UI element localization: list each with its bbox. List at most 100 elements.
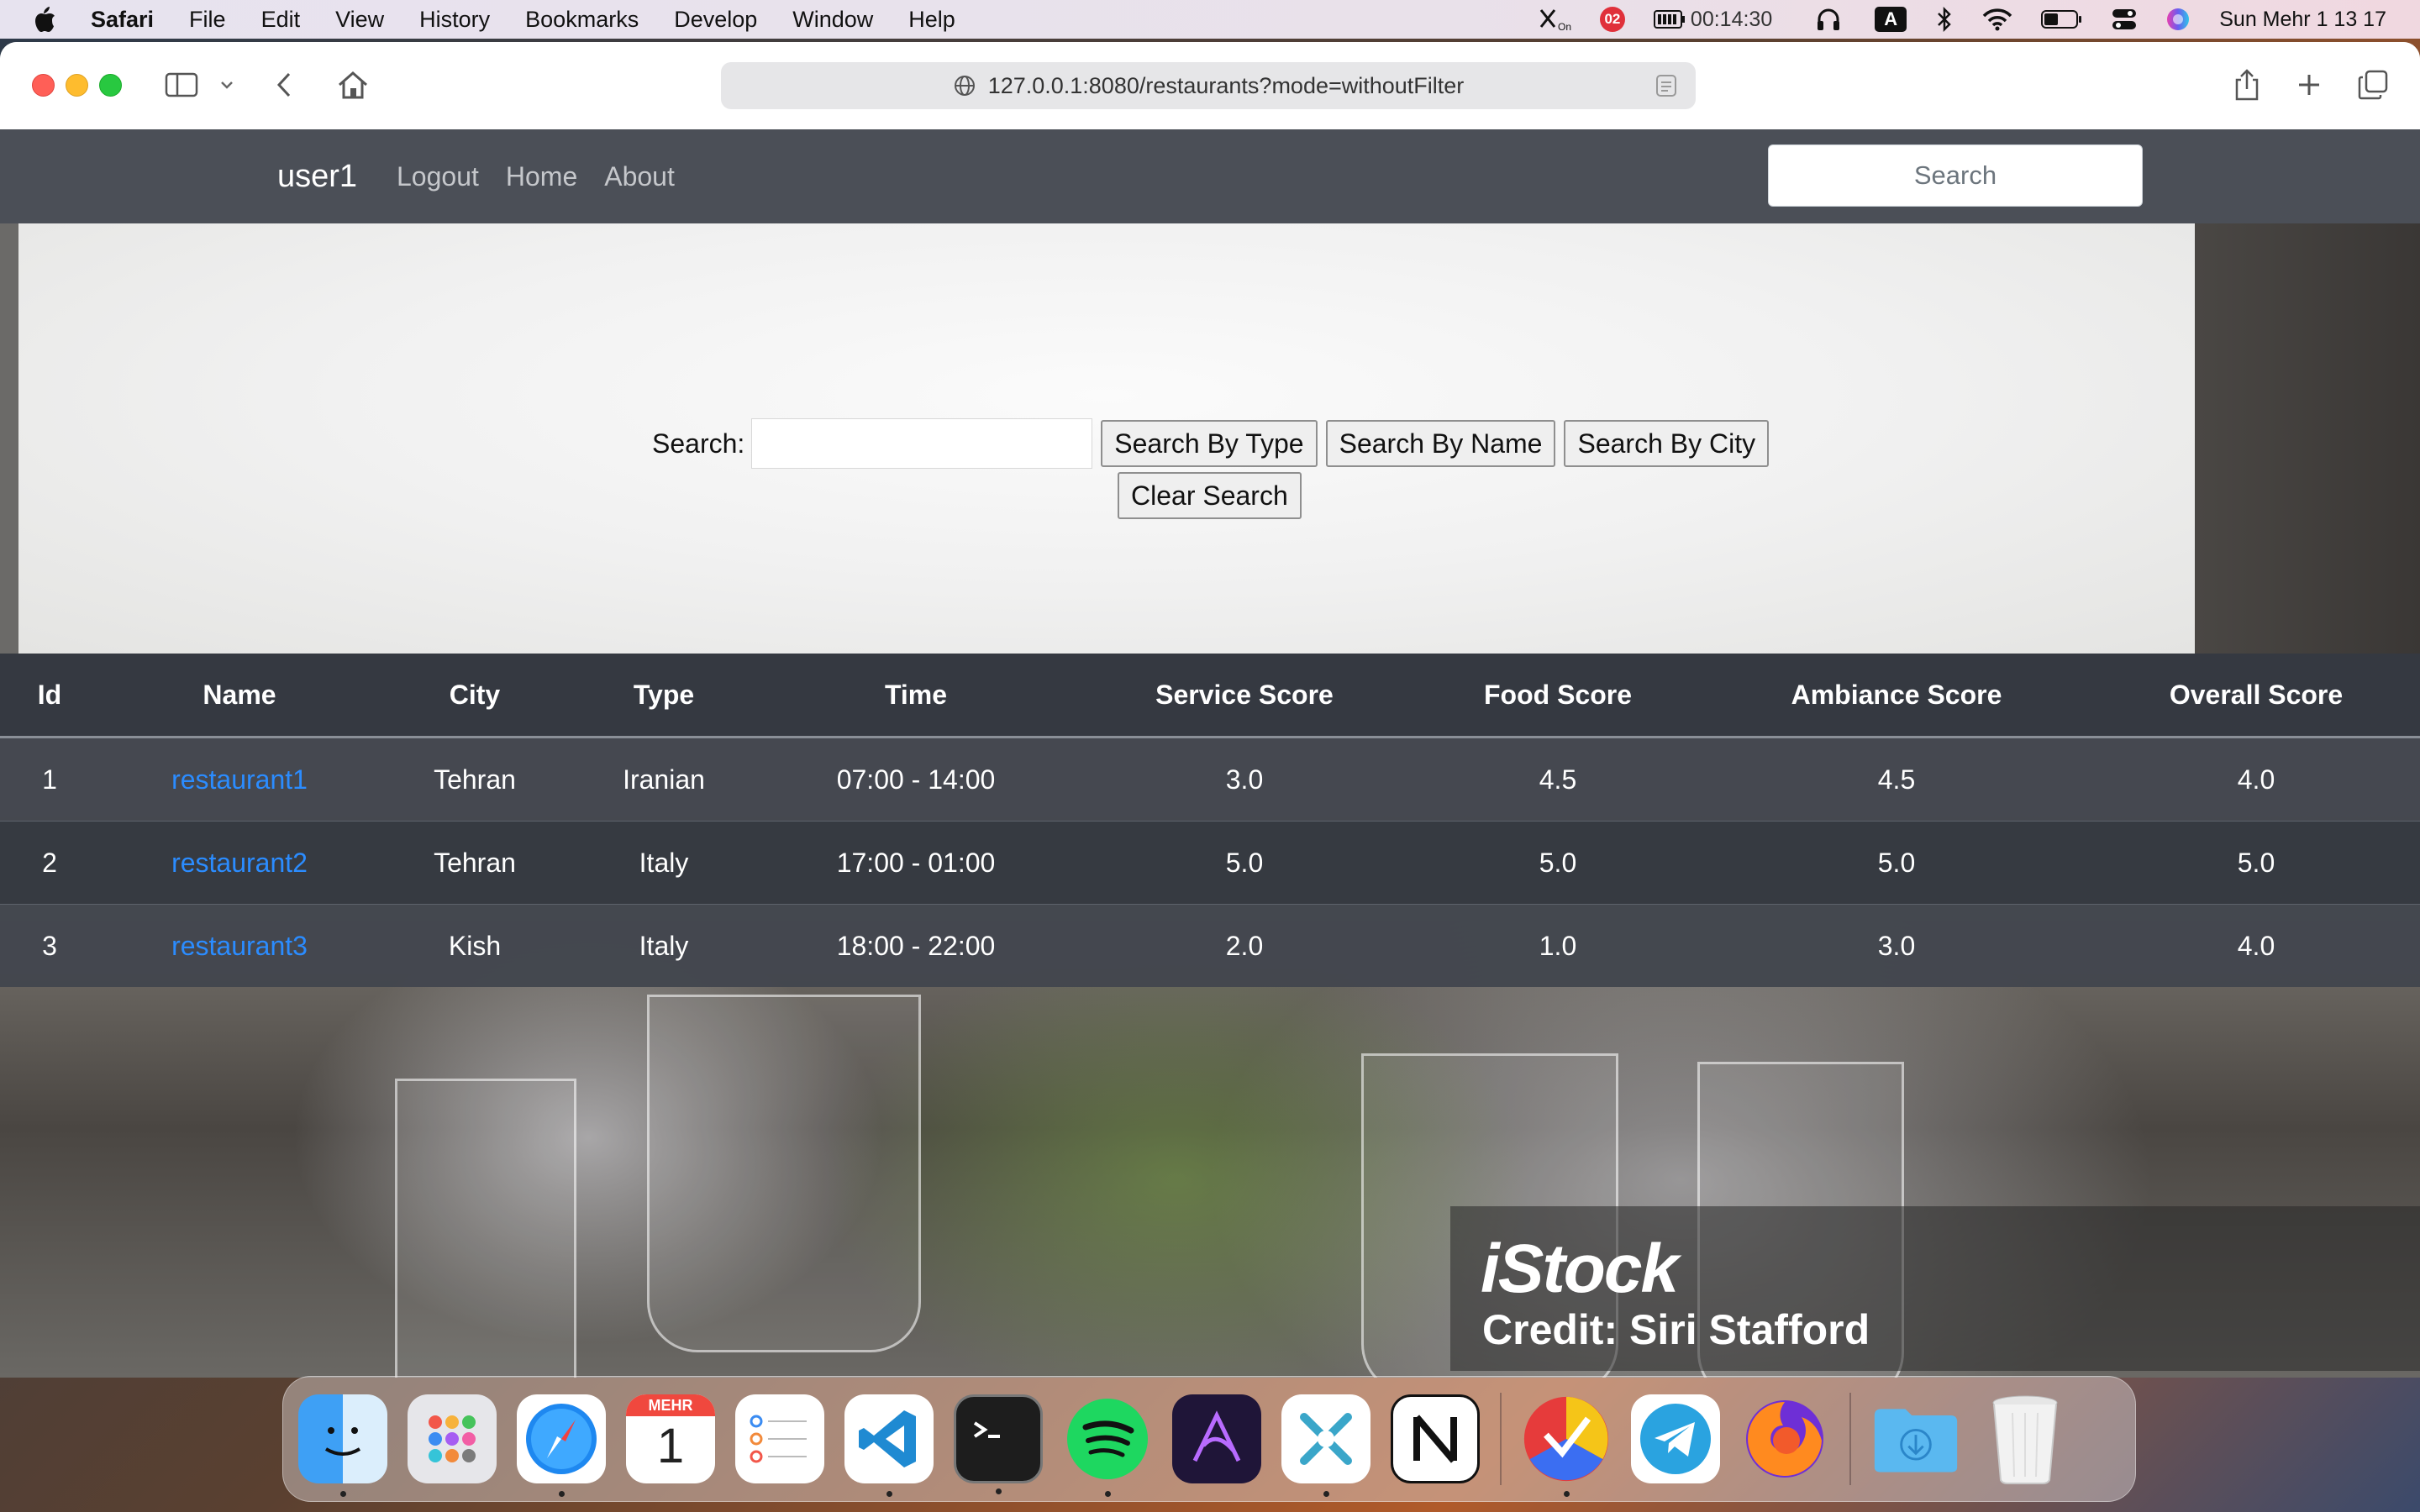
dock-separator bbox=[1849, 1393, 1851, 1485]
navbar-brand[interactable]: user1 bbox=[277, 129, 357, 223]
cell-city: Tehran bbox=[380, 737, 570, 822]
nav-about-link[interactable]: About bbox=[604, 161, 675, 192]
trash-icon[interactable] bbox=[1981, 1394, 2070, 1484]
menu-help[interactable]: Help bbox=[908, 7, 955, 33]
close-window-button[interactable] bbox=[32, 74, 55, 97]
menu-bar: Safari File Edit View History Bookmarks … bbox=[0, 0, 2420, 39]
menubar-clock[interactable]: Sun Mehr 1 13 17 bbox=[2219, 8, 2386, 32]
cell-service-score: 5.0 bbox=[1074, 821, 1415, 905]
notion-icon[interactable] bbox=[1391, 1394, 1480, 1483]
table-header-row: Id Name City Type Time Service Score Foo… bbox=[0, 654, 2420, 738]
url-text: 127.0.0.1:8080/restaurants?mode=withoutF… bbox=[987, 72, 1465, 98]
restaurant-link[interactable]: restaurant1 bbox=[171, 764, 308, 795]
clear-row: Clear Search bbox=[1118, 472, 1310, 519]
column-header-city: City bbox=[380, 654, 570, 738]
back-icon[interactable] bbox=[267, 64, 301, 106]
reader-mode-icon[interactable] bbox=[1655, 74, 1677, 103]
notification-status[interactable]: 02 bbox=[1599, 7, 1625, 32]
input-source[interactable]: A bbox=[1875, 7, 1907, 32]
nav-home-link[interactable]: Home bbox=[506, 161, 577, 192]
menu-develop[interactable]: Develop bbox=[674, 7, 757, 33]
safari-icon[interactable] bbox=[517, 1394, 606, 1497]
xcode-status-icon[interactable]: On bbox=[1538, 7, 1571, 32]
vscode-icon[interactable] bbox=[844, 1394, 934, 1497]
wine-glass-image bbox=[395, 1079, 576, 1378]
menu-window[interactable]: Window bbox=[792, 7, 873, 33]
clear-search-button[interactable]: Clear Search bbox=[1118, 472, 1302, 519]
running-indicator bbox=[559, 1491, 565, 1497]
cell-ambiance-score: 3.0 bbox=[1701, 904, 2092, 987]
running-indicator bbox=[1564, 1491, 1570, 1497]
menu-file[interactable]: File bbox=[189, 7, 226, 33]
affinity-icon[interactable] bbox=[1172, 1394, 1261, 1483]
cell-ambiance-score: 5.0 bbox=[1701, 821, 2092, 905]
telegram-icon[interactable] bbox=[1631, 1394, 1720, 1483]
cell-type: Iranian bbox=[570, 737, 758, 822]
restaurant-link[interactable]: restaurant2 bbox=[171, 848, 308, 878]
launchpad-icon[interactable] bbox=[408, 1394, 497, 1483]
battery-icon[interactable] bbox=[2041, 9, 2083, 29]
istock-watermark: iStock Credit: Siri Stafford bbox=[1450, 1206, 2420, 1371]
cell-name: restaurant2 bbox=[99, 821, 380, 905]
menu-view[interactable]: View bbox=[335, 7, 384, 33]
spotify-icon[interactable] bbox=[1063, 1394, 1152, 1497]
firefox-icon[interactable] bbox=[1740, 1394, 1829, 1483]
table-row: 3 restaurant3 Kish Italy 18:00 - 22:00 2… bbox=[0, 904, 2420, 987]
headphones-icon[interactable] bbox=[1816, 7, 1841, 32]
control-center-icon[interactable] bbox=[2112, 8, 2137, 31]
battery-timer[interactable]: 00:14:30 bbox=[1653, 8, 1772, 32]
siri-icon[interactable] bbox=[2165, 7, 2191, 32]
cell-name: restaurant3 bbox=[99, 904, 380, 987]
downloads-icon[interactable] bbox=[1871, 1394, 1960, 1483]
navbar-links: Logout Home About bbox=[397, 129, 702, 223]
share-icon[interactable] bbox=[2230, 64, 2264, 106]
apple-menu-icon[interactable] bbox=[32, 5, 66, 34]
xcode-tool-icon[interactable] bbox=[1281, 1394, 1370, 1497]
minimize-window-button[interactable] bbox=[66, 74, 88, 97]
wifi-icon[interactable] bbox=[1982, 8, 2012, 31]
search-row: Search: Search By Type Search By Name Se… bbox=[652, 418, 1777, 469]
zoom-window-button[interactable] bbox=[99, 74, 122, 97]
search-by-type-button[interactable]: Search By Type bbox=[1101, 420, 1318, 467]
browser-toolbar: 127.0.0.1:8080/restaurants?mode=withoutF… bbox=[0, 42, 2420, 130]
column-header-food-score: Food Score bbox=[1415, 654, 1701, 738]
menu-safari[interactable]: Safari bbox=[91, 7, 154, 33]
address-bar[interactable]: 127.0.0.1:8080/restaurants?mode=withoutF… bbox=[721, 62, 1696, 109]
column-header-id: Id bbox=[0, 654, 99, 738]
nav-logout-link[interactable]: Logout bbox=[397, 161, 479, 192]
menu-history[interactable]: History bbox=[419, 7, 490, 33]
menu-edit[interactable]: Edit bbox=[261, 7, 301, 33]
menu-bookmarks[interactable]: Bookmarks bbox=[525, 7, 639, 33]
search-input[interactable] bbox=[751, 418, 1093, 469]
cell-id: 2 bbox=[0, 821, 99, 905]
cell-overall-score: 4.0 bbox=[2092, 904, 2420, 987]
bluetooth-icon[interactable] bbox=[1935, 7, 1954, 32]
cell-time: 18:00 - 22:00 bbox=[758, 904, 1074, 987]
navbar-search-input[interactable] bbox=[1768, 144, 2143, 207]
new-tab-icon[interactable] bbox=[2291, 64, 2328, 106]
running-indicator bbox=[996, 1488, 1002, 1494]
reminders-icon[interactable] bbox=[735, 1394, 824, 1483]
home-icon[interactable] bbox=[334, 64, 371, 106]
cell-food-score: 5.0 bbox=[1415, 821, 1701, 905]
calendar-month: MEHR bbox=[626, 1394, 715, 1416]
terminal-icon[interactable] bbox=[954, 1394, 1043, 1494]
search-by-name-button[interactable]: Search By Name bbox=[1325, 420, 1556, 467]
finder-icon[interactable] bbox=[298, 1394, 387, 1497]
search-label: Search: bbox=[652, 428, 745, 459]
sidebar-toggle-icon[interactable] bbox=[161, 64, 202, 106]
cell-overall-score: 4.0 bbox=[2092, 737, 2420, 822]
search-by-city-button[interactable]: Search By City bbox=[1564, 420, 1770, 467]
restaurants-table: Id Name City Type Time Service Score Foo… bbox=[0, 654, 2420, 987]
svg-text:On: On bbox=[1558, 21, 1571, 32]
tab-overview-icon[interactable] bbox=[2354, 64, 2391, 106]
calendar-icon[interactable]: MEHR 1 bbox=[626, 1394, 715, 1483]
taskheat-icon[interactable] bbox=[1522, 1394, 1611, 1497]
top-navbar: user1 Logout Home About bbox=[0, 129, 2420, 223]
column-header-time: Time bbox=[758, 654, 1074, 738]
running-indicator bbox=[886, 1491, 892, 1497]
cell-ambiance-score: 4.5 bbox=[1701, 737, 2092, 822]
restaurant-link[interactable]: restaurant3 bbox=[171, 931, 308, 961]
chevron-down-icon[interactable] bbox=[215, 64, 239, 106]
running-indicator bbox=[1323, 1491, 1329, 1497]
